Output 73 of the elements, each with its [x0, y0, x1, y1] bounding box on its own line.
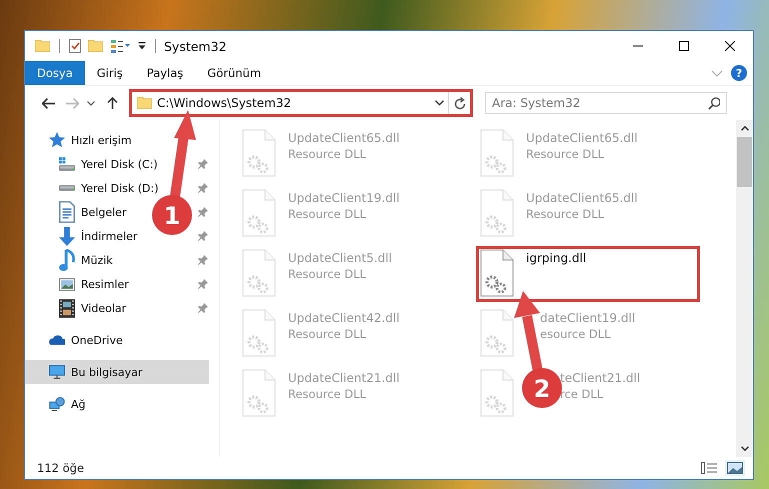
maximize-icon — [679, 41, 689, 51]
pin-icon[interactable] — [198, 183, 208, 193]
file-type: Resource DLL — [288, 207, 368, 221]
help-button[interactable]: ? — [731, 65, 747, 81]
close-icon — [725, 41, 735, 51]
sidebar-item[interactable]: Müzik — [25, 248, 115, 272]
pin-icon[interactable] — [198, 231, 208, 241]
sidebar-item[interactable]: İndirmeler — [25, 224, 140, 248]
chevron-down-icon[interactable] — [87, 100, 95, 106]
back-arrow-icon[interactable] — [42, 98, 54, 108]
cloud-icon — [49, 335, 65, 345]
chevron-down-icon[interactable] — [434, 100, 444, 106]
up-arrow-icon[interactable] — [106, 96, 118, 110]
sidebar-item[interactable]: OneDrive — [25, 328, 125, 352]
file-type: Resource DLL — [526, 147, 606, 161]
picture-icon — [59, 278, 75, 290]
dropdown-icon[interactable] — [138, 42, 146, 50]
chevron-down-icon[interactable] — [740, 446, 748, 451]
dll-file-icon[interactable] — [480, 249, 514, 297]
file-type: Resource DLL — [288, 147, 368, 161]
pin-icon[interactable] — [198, 255, 208, 265]
monitor-icon — [49, 365, 65, 379]
ribbon-tab[interactable]: Giriş — [84, 61, 135, 85]
pin-icon[interactable] — [198, 207, 208, 217]
drive-icon — [59, 157, 75, 171]
sidebar-item[interactable]: Belgeler — [25, 200, 128, 224]
film-icon — [59, 298, 75, 318]
folder-icon — [137, 97, 152, 109]
document-icon — [59, 201, 75, 223]
sidebar-item[interactable]: Hızlı erişim — [25, 128, 134, 152]
address-field[interactable]: C:\Windows\System32 — [129, 89, 473, 117]
ribbon-tab[interactable]: Paylaş — [134, 61, 196, 85]
details-view-icon[interactable] — [701, 462, 717, 474]
address-path: C:\Windows\System32 — [157, 96, 292, 110]
minimize-icon — [633, 45, 643, 47]
folder-icon[interactable] — [35, 40, 50, 52]
sidebar-item[interactable]: Yerel Disk (C:) — [25, 152, 160, 176]
file-type: Resource DLL — [288, 327, 368, 341]
sidebar-item[interactable]: Resimler — [25, 272, 131, 296]
pin-icon[interactable] — [198, 303, 208, 313]
checklist-icon[interactable] — [69, 39, 81, 53]
file-type: Resource DLL — [526, 207, 606, 221]
file-type: esource DLL — [540, 327, 612, 341]
sidebar-item[interactable]: Videolar — [25, 296, 128, 320]
scrollbar[interactable] — [736, 120, 753, 457]
pin-icon[interactable] — [198, 159, 208, 169]
refresh-icon — [454, 96, 466, 110]
window-title: System32 — [164, 38, 227, 54]
step-number-marker: 2 — [522, 368, 562, 408]
search-icon[interactable] — [708, 97, 720, 110]
sidebar-item[interactable]: Bu bilgisayar — [25, 360, 209, 384]
chevron-up-icon[interactable] — [740, 126, 748, 131]
scrollbar-thumb[interactable] — [737, 137, 752, 187]
large-icons-view-icon[interactable] — [727, 462, 743, 474]
pin-icon[interactable] — [198, 279, 208, 289]
file-name[interactable]: igrping.dll — [526, 251, 586, 265]
drive-icon — [59, 185, 75, 191]
file-type: Resource DLL — [288, 387, 368, 401]
folder-icon[interactable] — [88, 40, 103, 52]
music-note-icon — [59, 249, 75, 271]
item-count: 112 öğe — [37, 461, 84, 475]
file-type: Resource DLL — [288, 267, 368, 281]
properties-icon[interactable] — [110, 40, 131, 52]
star-icon — [49, 132, 65, 148]
search-field[interactable]: Ara: System32 — [485, 92, 727, 114]
step-number-marker: 1 — [152, 195, 192, 235]
ribbon-tab[interactable]: Görünüm — [195, 61, 274, 85]
down-arrow-icon — [59, 226, 75, 246]
sidebar-item[interactable]: Ağ — [25, 392, 88, 416]
network-icon — [49, 397, 65, 411]
ribbon-tab[interactable]: Dosya — [25, 61, 85, 85]
forward-arrow-icon[interactable] — [66, 98, 78, 108]
file-type: rce DLL — [560, 387, 604, 401]
